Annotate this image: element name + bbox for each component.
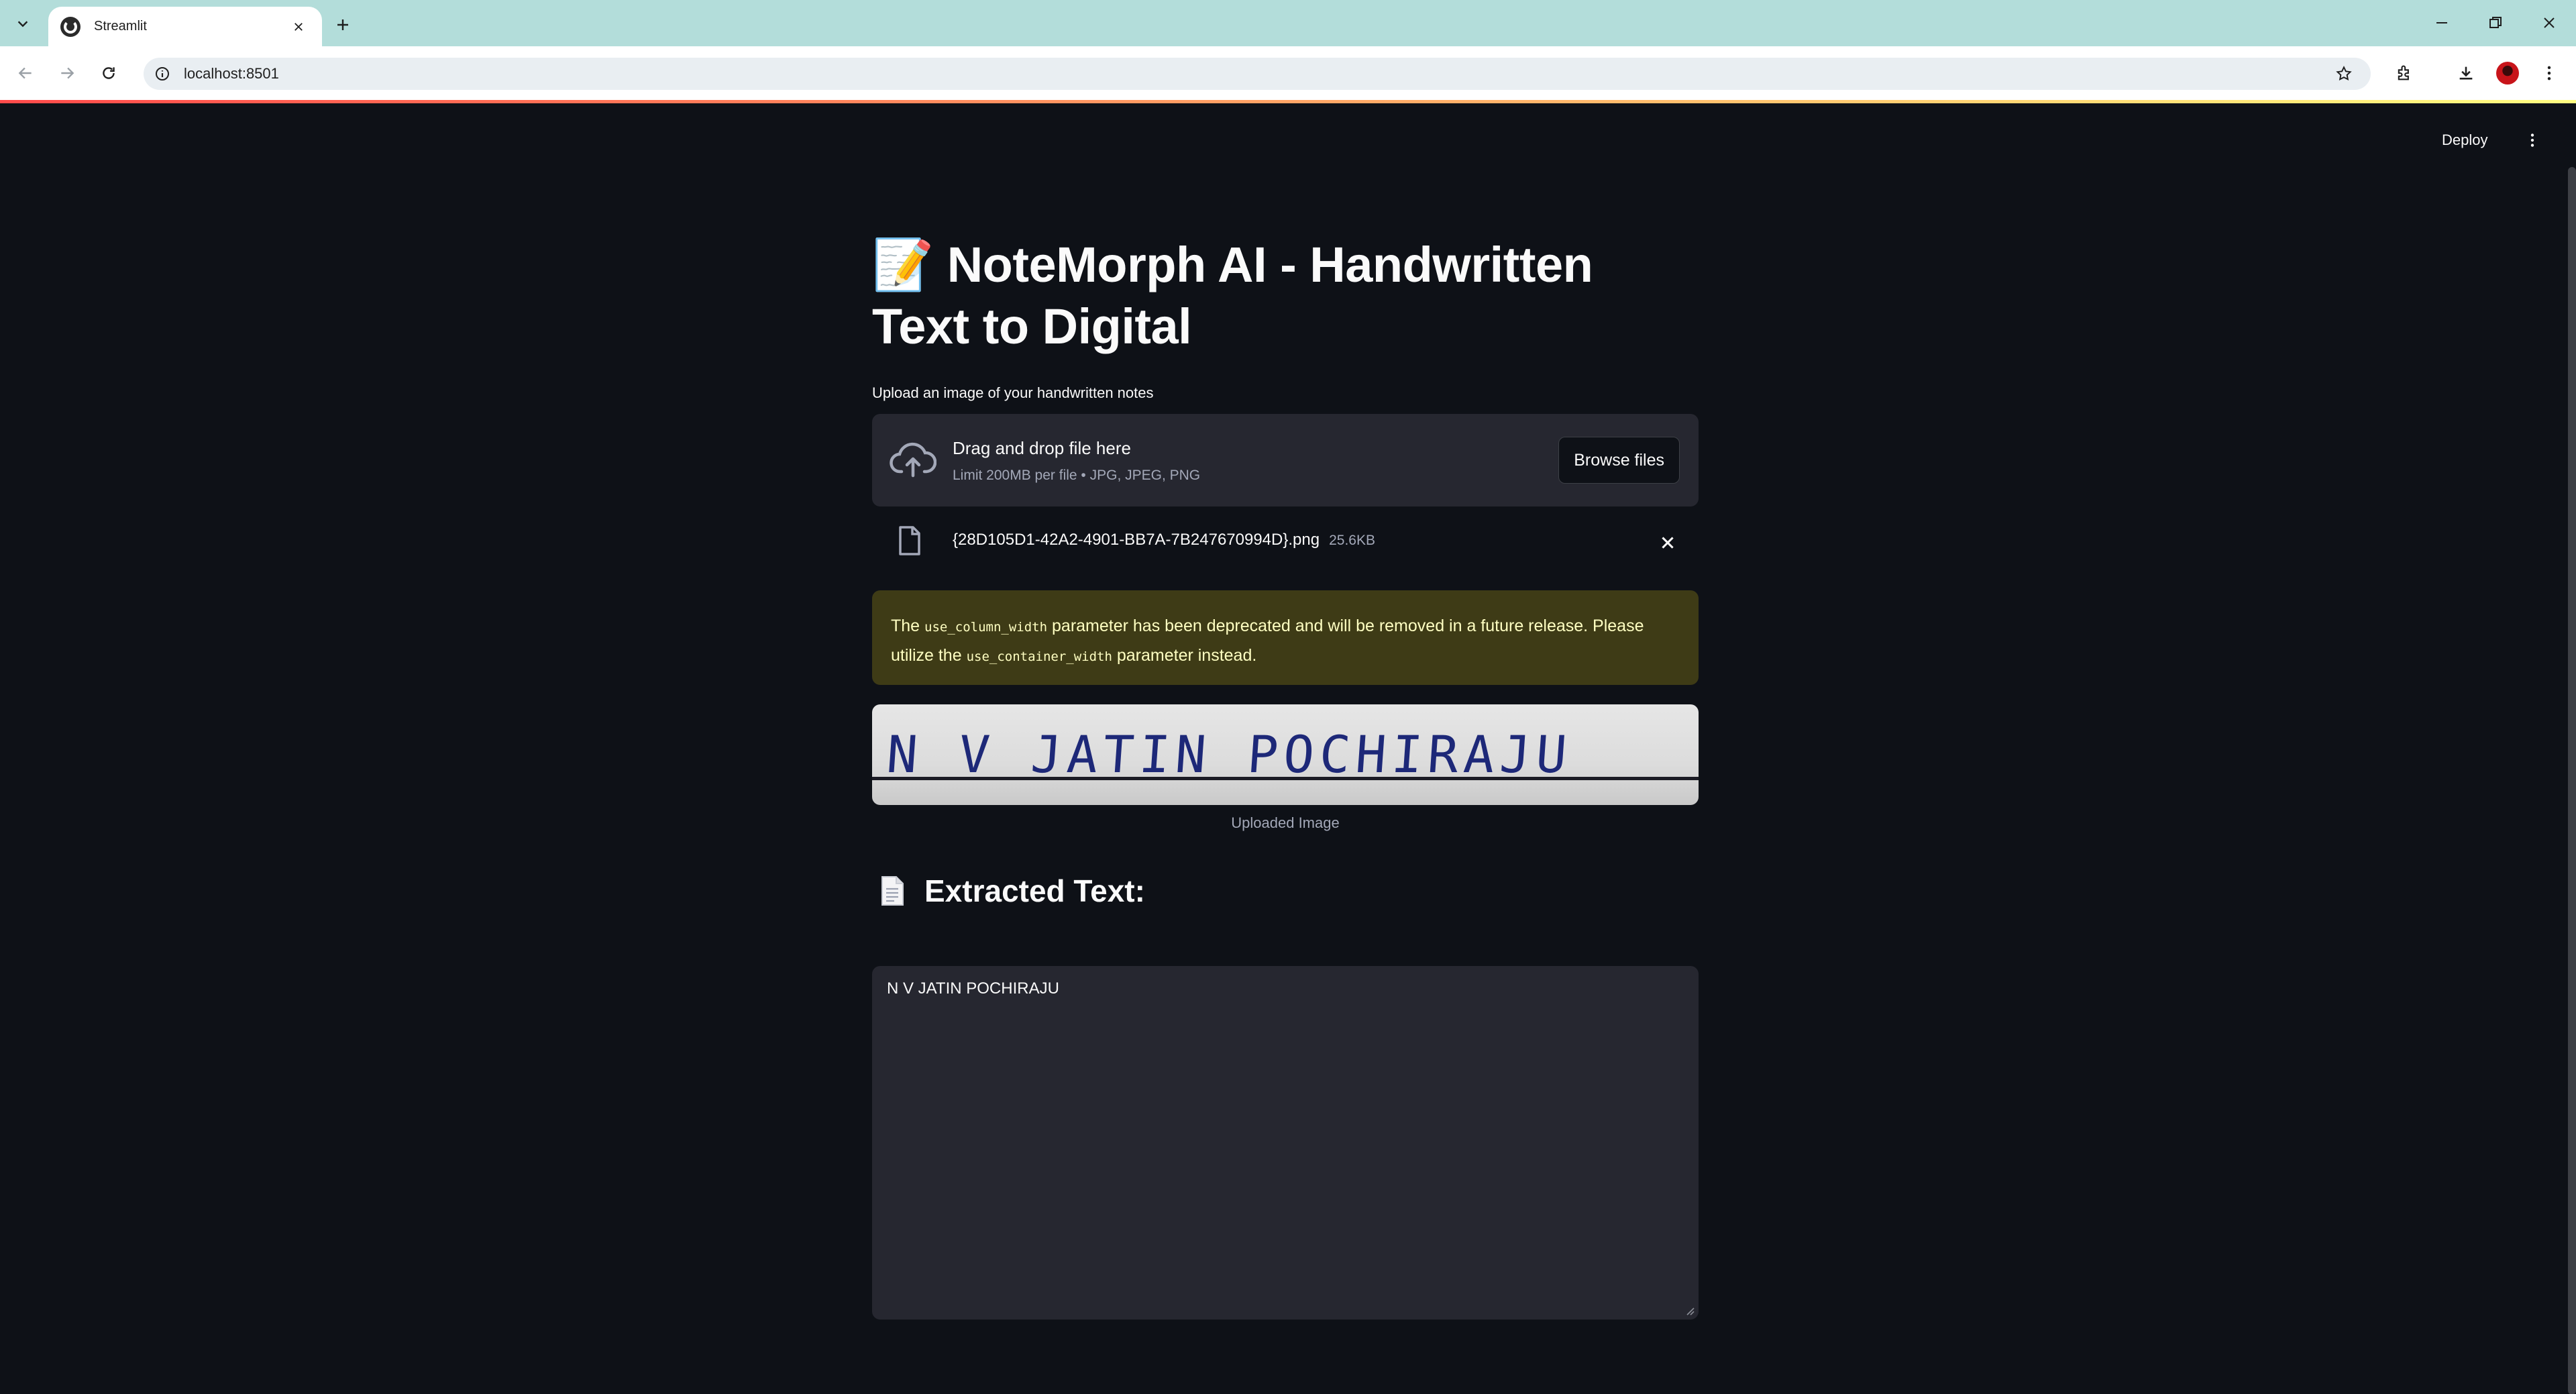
back-icon: [18, 67, 32, 79]
restore-icon: [2489, 17, 2502, 28]
extracted-text-heading: Extracted Text:: [872, 873, 1699, 909]
uploader-label: Upload an image of your handwritten note…: [872, 384, 1154, 401]
reload-button[interactable]: [94, 58, 123, 88]
dropzone-title: Drag and drop file here: [953, 438, 1131, 458]
kebab-menu-icon: [2530, 133, 2534, 147]
forward-icon: [61, 67, 74, 79]
underline-stroke: [872, 777, 1699, 780]
new-tab-button[interactable]: [329, 11, 357, 39]
file-icon: [899, 526, 920, 555]
page-title-text: NoteMorph AI - Handwritten Text to Digit…: [872, 237, 1593, 354]
plus-icon: [337, 19, 348, 30]
header-decoration: [0, 100, 2576, 103]
browser-tabstrip: Streamlit: [0, 0, 2576, 46]
extracted-text-heading-label: Extracted Text:: [924, 873, 1145, 908]
streamlit-app: Deploy 📝 NoteMorph AI - Handwritten Text…: [0, 100, 2576, 1394]
tab-title: Streamlit: [94, 19, 147, 34]
uploaded-file-row: {28D105D1-42A2-4901-BB7A-7B247670994D}.p…: [872, 516, 1699, 570]
remove-file-button[interactable]: [1653, 528, 1682, 557]
reload-icon: [103, 67, 115, 79]
extensions-icon: [2398, 65, 2409, 81]
scrollbar[interactable]: [2568, 167, 2576, 1394]
url-text: localhost:8501: [184, 65, 279, 82]
dropzone-limit: Limit 200MB per file • JPG, JPEG, PNG: [953, 468, 1201, 483]
close-icon: [294, 22, 303, 31]
tab-search-button[interactable]: [5, 8, 40, 39]
file-size: 25.6KB: [1329, 533, 1375, 548]
minimize-icon: [2436, 22, 2447, 23]
memo-emoji-icon: 📝: [872, 237, 934, 292]
address-bar[interactable]: localhost:8501: [144, 58, 2371, 90]
resize-handle-icon[interactable]: [1684, 1305, 1695, 1316]
image-caption: Uploaded Image: [1231, 814, 1340, 831]
close-icon: [1662, 537, 1674, 549]
document-icon: [881, 876, 904, 906]
chevron-down-icon: [17, 21, 28, 28]
forward-button[interactable]: [52, 58, 82, 88]
file-name: {28D105D1-42A2-4901-BB7A-7B247670994D}.p…: [953, 531, 1375, 549]
warning-text: The: [891, 616, 925, 635]
extracted-text-value: N V JATIN POCHIRAJU: [887, 979, 1059, 998]
window-close-button[interactable]: [2522, 5, 2576, 40]
avatar: [2496, 62, 2519, 85]
kebab-menu-icon: [2547, 66, 2551, 81]
warning-code: use_container_width: [966, 649, 1112, 664]
file-dropzone[interactable]: Drag and drop file here Limit 200MB per …: [872, 414, 1699, 506]
star-icon: [2336, 66, 2352, 81]
restore-button[interactable]: [2469, 5, 2522, 40]
minimize-button[interactable]: [2415, 5, 2469, 40]
streamlit-favicon-icon: [60, 16, 80, 37]
deploy-button[interactable]: Deploy: [2428, 127, 2501, 154]
warning-code: use_column_width: [924, 620, 1048, 635]
extracted-text-area[interactable]: N V JATIN POCHIRAJU: [872, 966, 1699, 1320]
file-name-text: {28D105D1-42A2-4901-BB7A-7B247670994D}.p…: [953, 531, 1320, 549]
browser-tab[interactable]: Streamlit: [48, 7, 322, 46]
browse-files-button[interactable]: Browse files: [1558, 437, 1680, 484]
main-menu-button[interactable]: [2517, 127, 2548, 154]
cloud-upload-icon: [890, 442, 936, 478]
downloads-button[interactable]: [2451, 58, 2481, 88]
download-icon: [2459, 66, 2473, 80]
uploaded-image: N V JATIN POCHIRAJU: [872, 704, 1699, 805]
back-button[interactable]: [11, 58, 40, 88]
bookmark-star-button[interactable]: [2333, 63, 2355, 85]
deprecation-warning: The use_column_width parameter has been …: [872, 590, 1699, 685]
handwritten-text: N V JATIN POCHIRAJU: [884, 725, 1574, 784]
browser-menu-button[interactable]: [2534, 58, 2564, 88]
warning-text: parameter instead.: [1112, 646, 1257, 665]
profile-button[interactable]: [2493, 58, 2522, 88]
extensions-button[interactable]: [2390, 58, 2419, 88]
info-icon[interactable]: [153, 64, 172, 83]
close-icon: [2544, 17, 2555, 28]
tab-close-button[interactable]: [287, 15, 310, 38]
page-title: 📝 NoteMorph AI - Handwritten Text to Dig…: [872, 234, 1699, 358]
